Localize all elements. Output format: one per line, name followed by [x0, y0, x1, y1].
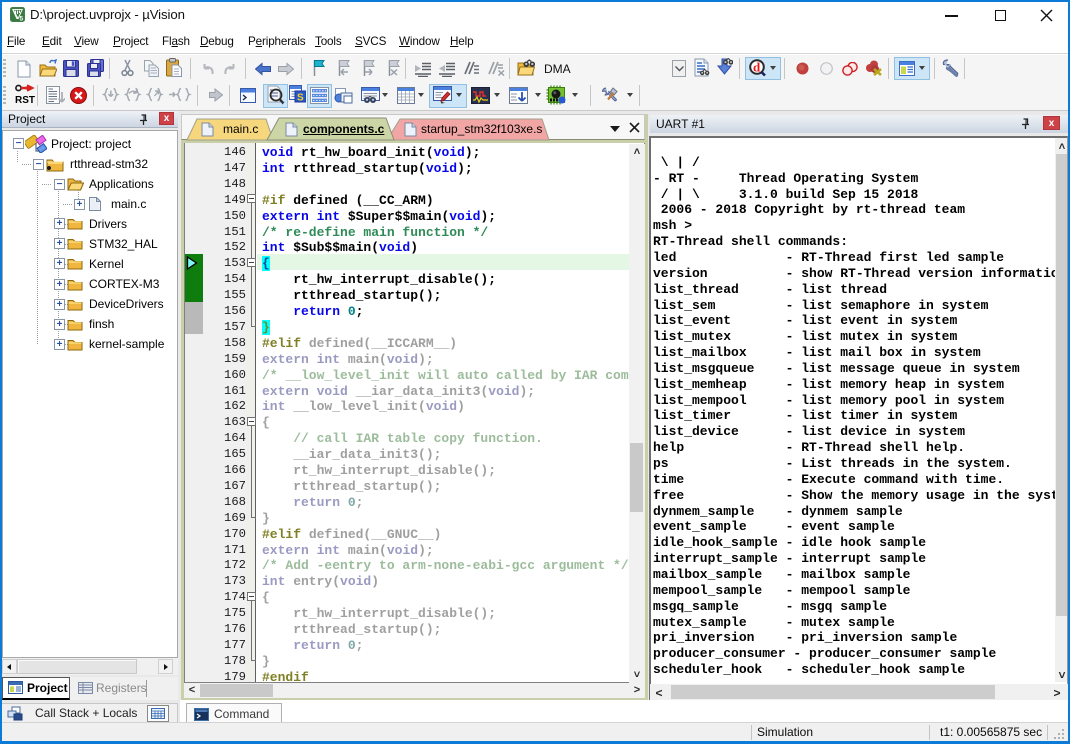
- svg-text:S: S: [297, 93, 304, 104]
- svg-text:d: d: [753, 60, 761, 75]
- svg-text:RST: RST: [15, 95, 35, 106]
- svg-text:5: 5: [20, 16, 24, 23]
